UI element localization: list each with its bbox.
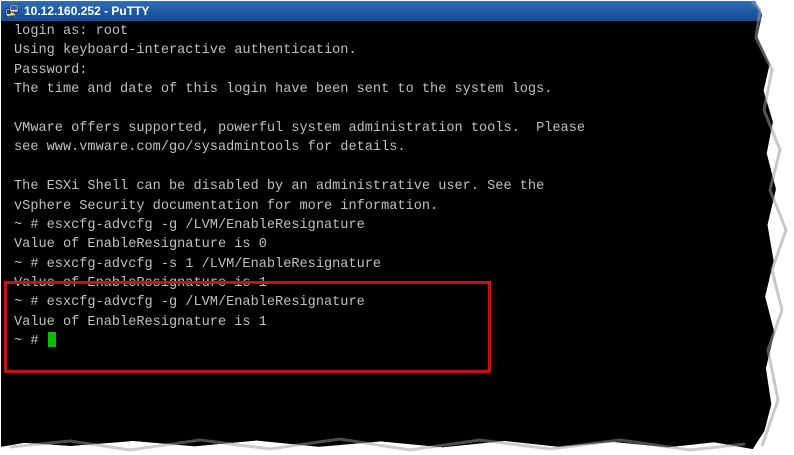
screenshot-frame: 10.12.160.252 - PuTTY login as: root Usin… <box>0 0 794 455</box>
torn-edge-shadow <box>9 0 788 452</box>
